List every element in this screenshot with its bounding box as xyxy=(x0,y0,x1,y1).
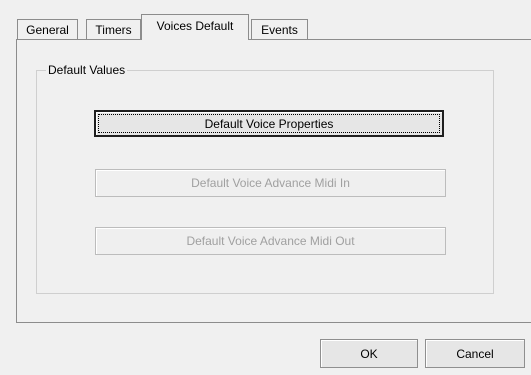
default-voice-advance-midi-out-button[interactable]: Default Voice Advance Midi Out xyxy=(95,227,446,255)
settings-dialog: General Timers Voices Default Events Def… xyxy=(0,0,531,375)
tab-events[interactable]: Events xyxy=(251,19,308,39)
tab-timers-label: Timers xyxy=(95,23,132,37)
tab-voices-default[interactable]: Voices Default xyxy=(141,14,249,41)
tab-general[interactable]: General xyxy=(17,19,78,39)
tab-voices-default-label: Voices Default xyxy=(156,19,234,33)
tab-general-label: General xyxy=(26,23,69,37)
tab-events-label: Events xyxy=(261,23,298,37)
default-voice-advance-midi-in-label: Default Voice Advance Midi In xyxy=(191,176,350,190)
ok-button[interactable]: OK xyxy=(320,339,418,368)
default-voice-advance-midi-out-label: Default Voice Advance Midi Out xyxy=(186,234,355,248)
default-voice-properties-button[interactable]: Default Voice Properties xyxy=(94,110,444,137)
cancel-label: Cancel xyxy=(456,346,494,361)
groupbox-title: Default Values xyxy=(46,62,128,78)
default-voice-advance-midi-in-button[interactable]: Default Voice Advance Midi In xyxy=(95,169,446,197)
ok-label: OK xyxy=(360,346,378,361)
tab-timers[interactable]: Timers xyxy=(86,19,141,39)
cancel-button[interactable]: Cancel xyxy=(425,339,525,368)
default-voice-properties-label: Default Voice Properties xyxy=(204,116,334,131)
